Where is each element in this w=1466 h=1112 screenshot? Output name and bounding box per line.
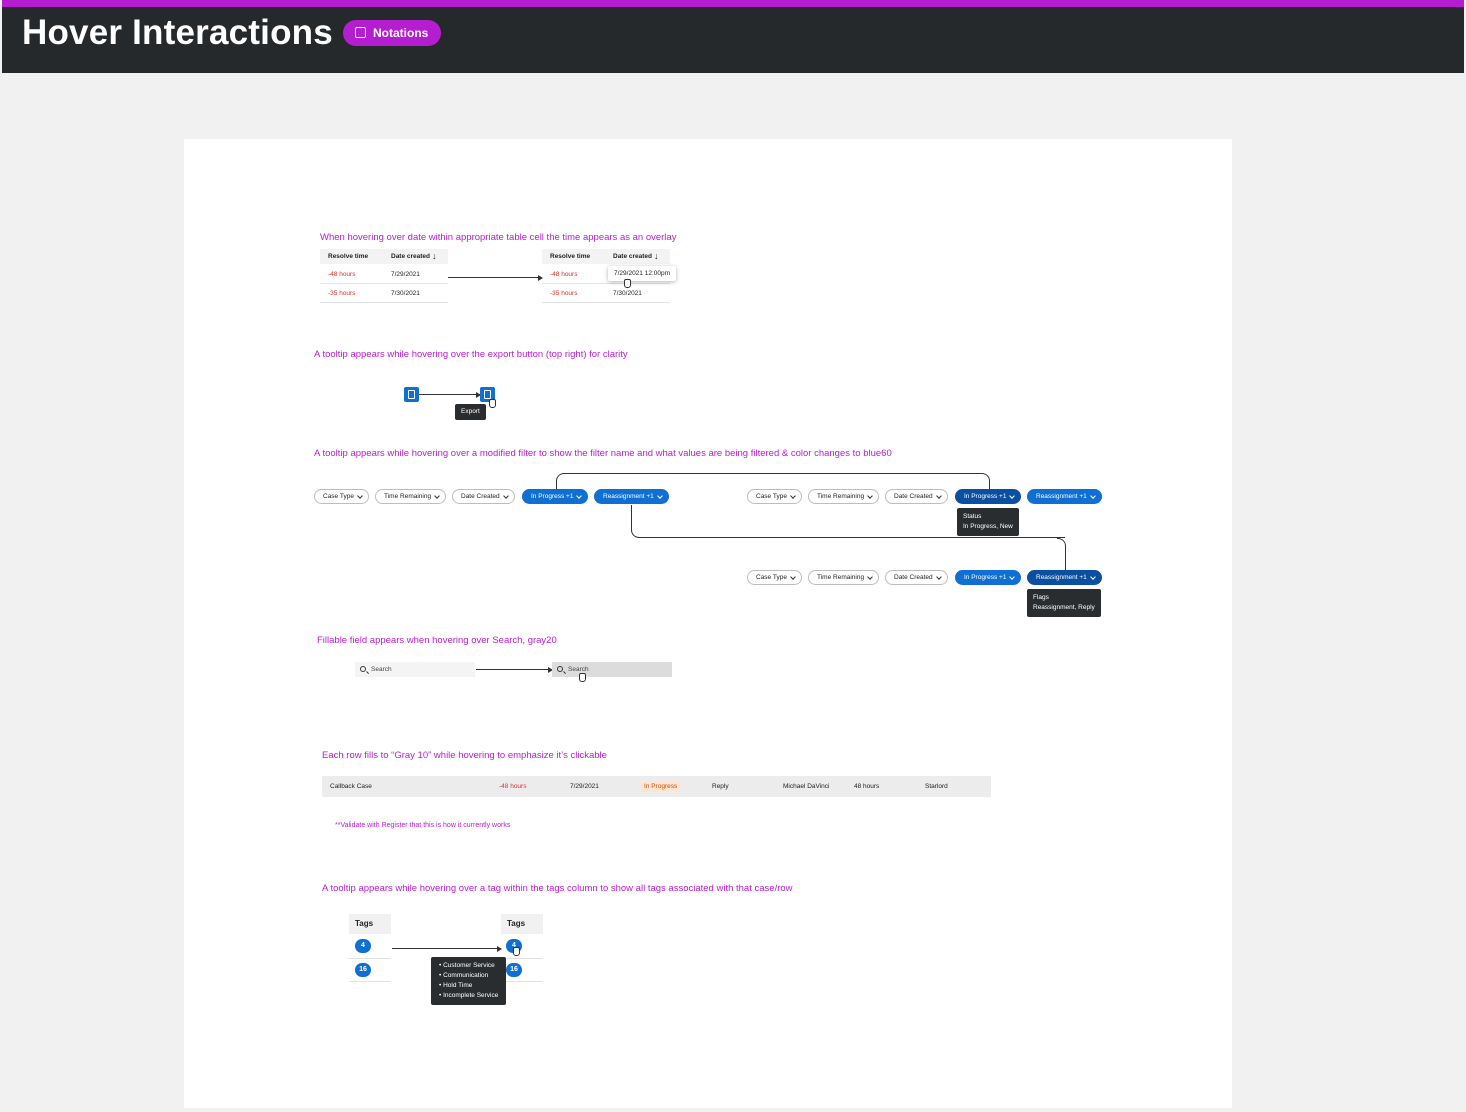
filter-date-created[interactable]: Date Created <box>452 489 515 504</box>
tag-item: • Incomplete Service <box>439 992 499 999</box>
tags-tooltip: • Customer Service • Communication • Hol… <box>431 957 507 1005</box>
filter-flags-hover[interactable]: Reassignment +1 <box>1027 570 1102 585</box>
export-tooltip: Export <box>455 404 486 420</box>
header-bar: Hover Interactions Notations <box>2 0 1464 73</box>
search-placeholder: Search <box>568 666 589 673</box>
note-tags-tooltip: A tooltip appears while hovering over a … <box>322 883 793 894</box>
filter-flags[interactable]: Reassignment +1 <box>594 489 669 504</box>
col-resolve-time: Resolve time <box>550 253 591 260</box>
row-type: Reply <box>712 783 729 790</box>
cell-resolve: -35 hours <box>328 290 356 297</box>
filter-case-type[interactable]: Case Type <box>314 489 369 504</box>
cell-date[interactable]: 7/29/2021 <box>391 271 420 278</box>
filter-time-remaining[interactable]: Time Remaining <box>808 489 880 504</box>
col-resolve-time: Resolve time <box>328 253 369 260</box>
tag-count[interactable]: 4 <box>355 939 371 953</box>
export-button[interactable] <box>404 387 419 402</box>
tag-count[interactable]: 16 <box>506 963 522 977</box>
filter-time-remaining[interactable]: Time Remaining <box>808 570 880 585</box>
row-case-name: Callback Case <box>330 783 372 790</box>
col-date-created[interactable]: Date created <box>613 253 652 260</box>
search-input-hover[interactable]: Search <box>552 662 672 677</box>
cell-resolve: -48 hours <box>550 271 578 278</box>
tooltip-values: In Progress, New <box>963 523 1013 530</box>
tooltip-title: Status <box>963 513 982 520</box>
filter-flags[interactable]: Reassignment +1 <box>1027 489 1102 504</box>
note-export-tooltip: A tooltip appears while hovering over th… <box>314 349 628 360</box>
cell-date[interactable]: 7/30/2021 <box>613 290 642 297</box>
col-tags: Tags <box>501 914 543 934</box>
pointer-cursor-icon <box>624 279 631 288</box>
pointer-cursor-icon <box>489 399 496 408</box>
filter-status[interactable]: In Progress +1 <box>522 489 589 504</box>
filter-date-created[interactable]: Date Created <box>885 570 948 585</box>
date-time-overlay: 7/29/2021 12:00pm <box>608 266 677 281</box>
flow-arrow <box>392 945 502 952</box>
col-tags: Tags <box>349 914 391 934</box>
sticky-note-icon <box>355 27 366 38</box>
filter-date-created[interactable]: Date Created <box>885 489 948 504</box>
connector-line <box>556 473 990 489</box>
row-resolve-time: -48 hours <box>499 783 527 790</box>
status-tooltip: Status In Progress, New <box>957 508 1019 536</box>
search-icon <box>557 666 563 672</box>
filter-case-type[interactable]: Case Type <box>747 489 802 504</box>
flags-tooltip: Flags Reassignment, Reply <box>1027 589 1101 617</box>
table-after: Resolve time Date created ↓ -48 hours -3… <box>542 249 677 305</box>
tag-item: • Communication <box>439 972 489 979</box>
flow-arrow <box>476 666 553 673</box>
col-date-created[interactable]: Date created <box>391 253 430 260</box>
cell-resolve: -35 hours <box>550 290 578 297</box>
filter-case-type[interactable]: Case Type <box>747 570 802 585</box>
tag-item: • Customer Service <box>439 962 495 969</box>
row-sla: 48 hours <box>854 783 880 790</box>
tooltip-values: Reassignment, Reply <box>1033 604 1095 611</box>
search-placeholder: Search <box>371 666 392 673</box>
export-icon <box>408 390 415 399</box>
row-owner: Michael DaVinci <box>783 783 830 790</box>
tag-count[interactable]: 16 <box>355 963 371 977</box>
filter-status[interactable]: In Progress +1 <box>955 570 1022 585</box>
filter-status-hover[interactable]: In Progress +1 <box>955 489 1022 504</box>
validation-footnote: **Validate with Register that this is ho… <box>335 822 511 829</box>
page-title: Hover Interactions <box>22 13 333 52</box>
row-assignee: Starlord <box>925 783 948 790</box>
pointer-cursor-icon <box>513 947 520 956</box>
cell-date[interactable]: 7/30/2021 <box>391 290 420 297</box>
table-before: Resolve time Date created ↓ -48 hours 7/… <box>320 249 448 305</box>
note-search-field: Fillable field appears when hovering ove… <box>317 635 557 646</box>
flow-arrow <box>419 391 481 398</box>
canvas-board: When hovering over date within appropria… <box>184 139 1232 1108</box>
search-input[interactable]: Search <box>355 662 475 677</box>
sort-down-icon[interactable]: ↓ <box>432 251 437 261</box>
note-date-overlay: When hovering over date within appropria… <box>320 232 677 243</box>
note-filter-tooltip: A tooltip appears while hovering over a … <box>314 448 892 459</box>
tooltip-title: Flags <box>1033 594 1049 601</box>
search-icon <box>360 666 366 672</box>
notations-badge[interactable]: Notations <box>343 20 442 46</box>
status-badge: In Progress <box>641 782 681 792</box>
export-icon <box>484 390 491 399</box>
note-row-hover: Each row fills to “Gray 10” while hoveri… <box>322 750 607 761</box>
cell-resolve: -48 hours <box>328 271 356 278</box>
sort-down-icon[interactable]: ↓ <box>654 251 659 261</box>
notations-label: Notations <box>373 26 429 40</box>
connector-line <box>1057 538 1066 570</box>
row-date: 7/29/2021 <box>570 783 599 790</box>
flow-arrow <box>448 274 543 281</box>
table-row-hover[interactable]: Callback Case -48 hours 7/29/2021 In Pro… <box>322 776 991 797</box>
tag-item: • Hold Time <box>439 982 473 989</box>
pointer-cursor-icon <box>579 673 586 682</box>
filter-time-remaining[interactable]: Time Remaining <box>375 489 447 504</box>
